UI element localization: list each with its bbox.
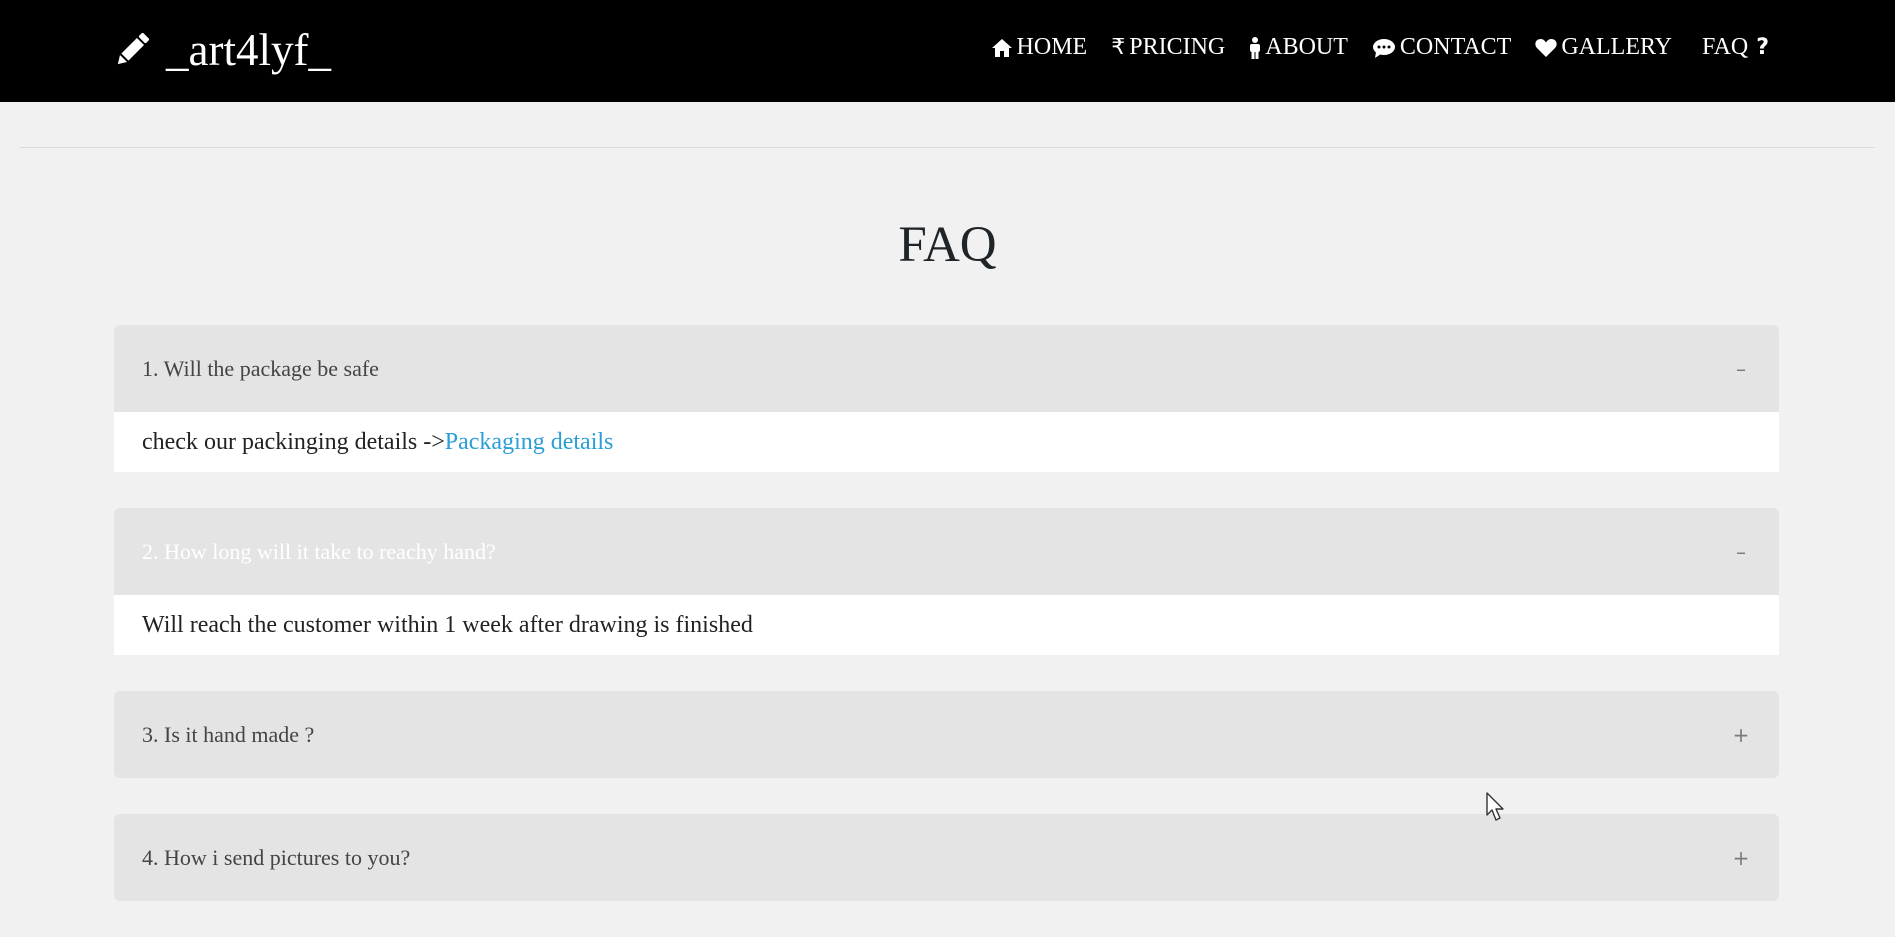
comment-icon — [1372, 38, 1396, 58]
faq-item-1: 1. Will the package be safe – check our … — [114, 325, 1779, 472]
nav-home-label: HOME — [1016, 34, 1088, 60]
faq-question-text: 4. How i send pictures to you? — [142, 844, 411, 870]
faq-answer-1: check our packinging details -> Packaging… — [114, 412, 1779, 472]
nav-pricing[interactable]: ₹ PRICING — [1111, 34, 1225, 61]
faq-answer-2: Will reach the customer within 1 week af… — [114, 595, 1779, 655]
faq-question-3[interactable]: 3. Is it hand made ? + — [114, 691, 1779, 778]
nav-contact-label: CONTACT — [1399, 34, 1512, 60]
collapse-icon: – — [1736, 356, 1746, 381]
top-navbar: _art4lyf_ HOME ₹ PRICING ABOUT CONTACT G… — [0, 0, 1895, 102]
nav-faq[interactable]: FAQ ? — [1702, 34, 1769, 61]
expand-icon: + — [1732, 845, 1750, 870]
nav-about-label: ABOUT — [1265, 34, 1348, 60]
faq-item-4: 4. How i send pictures to you? + — [114, 814, 1779, 901]
heart-icon — [1535, 38, 1557, 58]
brand-link[interactable]: _art4lyf_ — [112, 22, 331, 78]
mouse-cursor-icon — [1486, 792, 1506, 827]
brand-name: _art4lyf_ — [166, 25, 331, 75]
faq-answer-text: Will reach the customer within 1 week af… — [142, 611, 753, 638]
faq-question-text: 2. How long will it take to reachy hand? — [142, 538, 496, 564]
pencil-icon — [112, 30, 152, 70]
faq-question-text: 3. Is it hand made ? — [142, 721, 315, 747]
nav-pricing-label: PRICING — [1129, 34, 1226, 60]
page-title: FAQ — [898, 217, 997, 273]
nav-gallery-label: GALLERY — [1561, 34, 1672, 60]
faq-question-4[interactable]: 4. How i send pictures to you? + — [114, 814, 1779, 901]
nav-about[interactable]: ABOUT — [1249, 34, 1348, 61]
nav-contact[interactable]: CONTACT — [1372, 34, 1511, 61]
faq-question-1[interactable]: 1. Will the package be safe – — [114, 325, 1779, 412]
faq-list: 1. Will the package be safe – check our … — [114, 325, 1779, 937]
collapse-icon: – — [1736, 539, 1746, 564]
faq-item-3: 3. Is it hand made ? + — [114, 691, 1779, 778]
main-nav: HOME ₹ PRICING ABOUT CONTACT GALLERY FAQ… — [991, 34, 1769, 61]
question-icon: ? — [1756, 34, 1769, 60]
rupee-icon: ₹ — [1111, 34, 1126, 60]
header-divider — [20, 147, 1875, 148]
faq-answer-text: check our packinging details -> — [142, 428, 445, 455]
expand-icon: + — [1732, 722, 1750, 747]
faq-question-text: 1. Will the package be safe — [142, 355, 379, 381]
faq-question-2[interactable]: 2. How long will it take to reachy hand?… — [114, 508, 1779, 595]
faq-item-2: 2. How long will it take to reachy hand?… — [114, 508, 1779, 655]
nav-faq-label: FAQ — [1702, 34, 1749, 60]
nav-gallery[interactable]: GALLERY — [1535, 34, 1672, 61]
home-icon — [991, 38, 1013, 58]
person-icon — [1249, 36, 1261, 59]
nav-home[interactable]: HOME — [991, 34, 1088, 61]
packaging-details-link[interactable]: Packaging details — [445, 429, 614, 456]
